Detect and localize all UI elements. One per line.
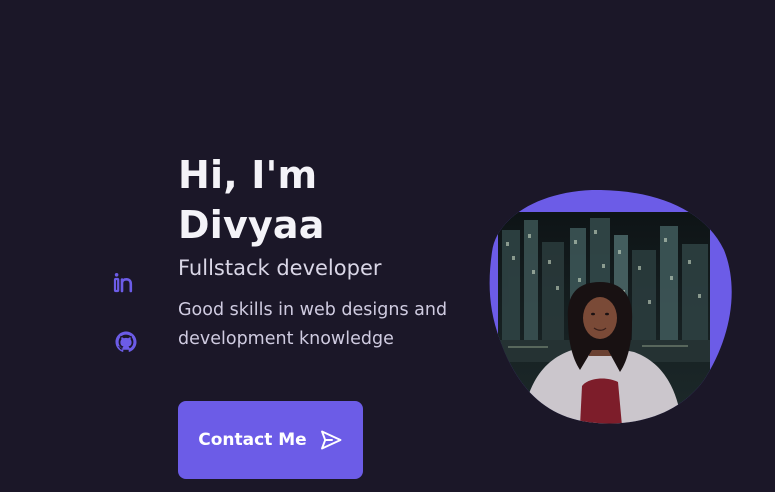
hero-subtitle: Fullstack developer	[178, 256, 382, 280]
hero-greeting: Hi, I'm	[178, 153, 318, 197]
github-link[interactable]	[112, 328, 140, 356]
hero-title: Hi, I'm Divyaa	[178, 150, 478, 250]
contact-me-label: Contact Me	[198, 430, 307, 450]
home-section: Hi, I'm Divyaa Fullstack developer Good …	[0, 0, 775, 492]
send-icon	[320, 430, 342, 450]
hero-name: Divyaa	[178, 203, 325, 247]
profile-image	[482, 190, 734, 426]
github-icon	[115, 331, 137, 352]
linkedin-link[interactable]	[112, 270, 140, 298]
linkedin-icon	[113, 273, 133, 293]
intro-text: Hi, I'm Divyaa Fullstack developer Good …	[178, 150, 478, 354]
contact-me-button[interactable]: Contact Me	[178, 401, 363, 479]
hero-description: Good skills in web designs and developme…	[178, 300, 448, 349]
